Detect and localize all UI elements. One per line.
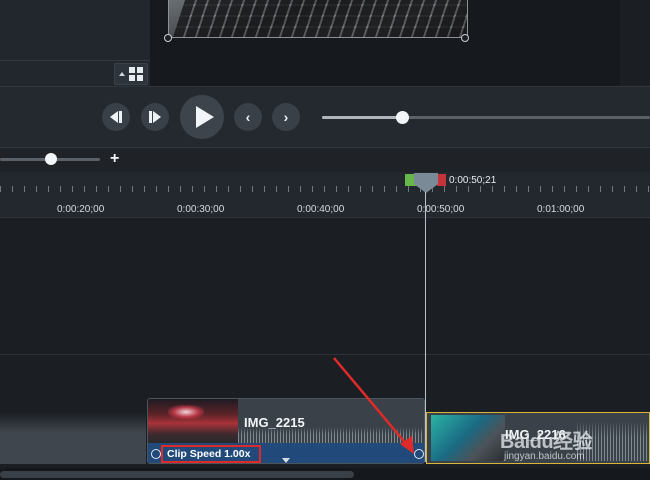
watermark-logo: Baidu经验 bbox=[500, 431, 593, 453]
play-button[interactable] bbox=[180, 95, 224, 139]
previous-marker-button[interactable]: ‹ bbox=[234, 103, 262, 131]
clip-speed-highlight-box: Clip Speed 1.00x bbox=[161, 445, 261, 463]
next-marker-button[interactable]: › bbox=[272, 103, 300, 131]
timeline-track-upper[interactable] bbox=[0, 218, 650, 354]
previous-clip-button[interactable] bbox=[102, 103, 130, 131]
playback-scrub-fill bbox=[322, 116, 402, 119]
annotation-arrow-icon bbox=[333, 357, 414, 454]
clip-speed-label: Clip Speed 1.00x bbox=[167, 448, 251, 460]
resize-handle-bottom-mid[interactable] bbox=[461, 34, 469, 42]
playback-scrub-knob[interactable] bbox=[396, 111, 409, 124]
playhead-time: 0:00:50;21 bbox=[449, 175, 497, 186]
canvas-right-margin bbox=[620, 0, 650, 86]
previous-clip-icon bbox=[110, 111, 122, 123]
ruler-label: 0:00:20;00 bbox=[57, 204, 105, 215]
watermark: Baidu经验 jingyan.baidu.com bbox=[500, 425, 648, 465]
stopwatch-icon bbox=[151, 449, 161, 459]
grid-view-icon bbox=[129, 67, 143, 81]
ruler-label: 0:00:30;00 bbox=[177, 204, 225, 215]
zoom-slider-knob[interactable] bbox=[45, 153, 57, 165]
thumbnail-highlight bbox=[168, 405, 204, 419]
panel-view-toggle-button[interactable] bbox=[114, 63, 148, 85]
ruler-label: 0:01:00;00 bbox=[537, 204, 585, 215]
step-forward-icon bbox=[149, 111, 161, 123]
keyboard-image bbox=[172, 0, 467, 37]
chevron-left-icon: ‹ bbox=[245, 109, 251, 125]
chevron-right-icon: › bbox=[283, 109, 289, 125]
resize-handle-bottom-left[interactable] bbox=[164, 34, 172, 42]
ruler-label: 0:00:40;00 bbox=[297, 204, 345, 215]
selection-end-marker[interactable] bbox=[437, 174, 446, 186]
canvas-media-frame[interactable] bbox=[168, 0, 468, 38]
panel-divider bbox=[0, 60, 150, 61]
play-icon bbox=[195, 106, 214, 128]
chevron-down-icon[interactable] bbox=[282, 458, 290, 463]
previous-clip-waveform[interactable] bbox=[0, 412, 146, 464]
scrollbar-thumb[interactable] bbox=[0, 471, 354, 478]
clip-thumbnail bbox=[431, 415, 505, 461]
playhead-line bbox=[425, 192, 426, 462]
collapse-arrow-icon bbox=[119, 72, 125, 76]
watermark-url: jingyan.baidu.com bbox=[504, 451, 585, 462]
zoom-in-button[interactable]: + bbox=[110, 150, 119, 168]
step-forward-button[interactable] bbox=[141, 103, 169, 131]
ruler-ticks bbox=[0, 186, 650, 192]
